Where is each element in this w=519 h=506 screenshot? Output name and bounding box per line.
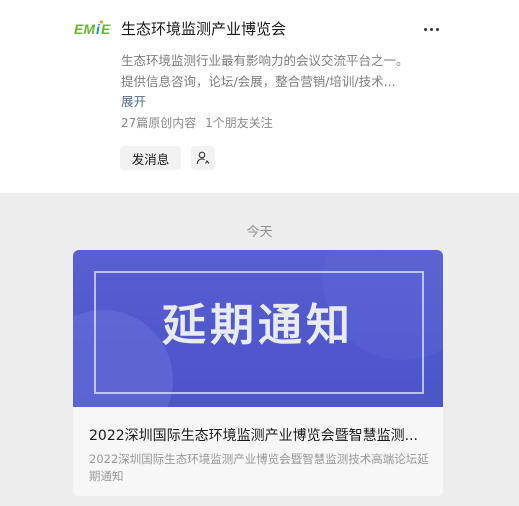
account-stats: 27篇原创内容 1个朋友关注 [121,114,273,132]
article-feed: 今天 延期通知 2022深圳国际生态环境监测产业博览会暨智慧监测... 2022… [0,193,519,506]
user-follow-icon [196,151,210,165]
ellipsis-icon [423,27,427,31]
original-articles-count[interactable]: 27篇原创内容 [121,116,196,130]
svg-text:E: E [101,21,111,37]
date-divider: 今天 [246,225,273,240]
account-description: 生态环境监测行业最有影响力的会议交流平台之一。 提供信息咨询，论坛/会展，整合营… [121,50,437,92]
follow-button[interactable] [191,146,215,170]
svg-text:EM: EM [74,21,95,37]
more-options-button[interactable] [418,16,444,42]
friends-following-count[interactable]: 1个朋友关注 [205,116,273,130]
description-line: 提供信息咨询，论坛/会展，整合营销/培训/技术... [121,74,396,89]
expand-link[interactable]: 展开 [121,93,146,111]
article-info: 2022深圳国际生态环境监测产业博览会暨智慧监测... 2022深圳国际生态环境… [73,407,443,496]
article-cover-image: 延期通知 [73,250,443,407]
cover-headline: 延期通知 [162,300,354,351]
description-line: 生态环境监测行业最有影响力的会议交流平台之一。 [121,53,409,68]
account-name[interactable]: 生态环境监测产业博览会 [121,18,286,40]
article-title[interactable]: 2022深圳国际生态环境监测产业博览会暨智慧监测... [89,426,429,446]
article-card[interactable]: 延期通知 2022深圳国际生态环境监测产业博览会暨智慧监测... 2022深圳国… [73,250,443,496]
article-digest: 2022深圳国际生态环境监测产业博览会暨智慧监测技术高端论坛延期通知 [89,452,429,483]
account-profile: EM i E 生态环境监测产业博览会 生态环境监测行业最有影响力的会议交流平台之… [0,0,519,193]
account-logo[interactable]: EM i E [74,18,114,40]
send-message-button[interactable]: 发消息 [120,146,181,170]
